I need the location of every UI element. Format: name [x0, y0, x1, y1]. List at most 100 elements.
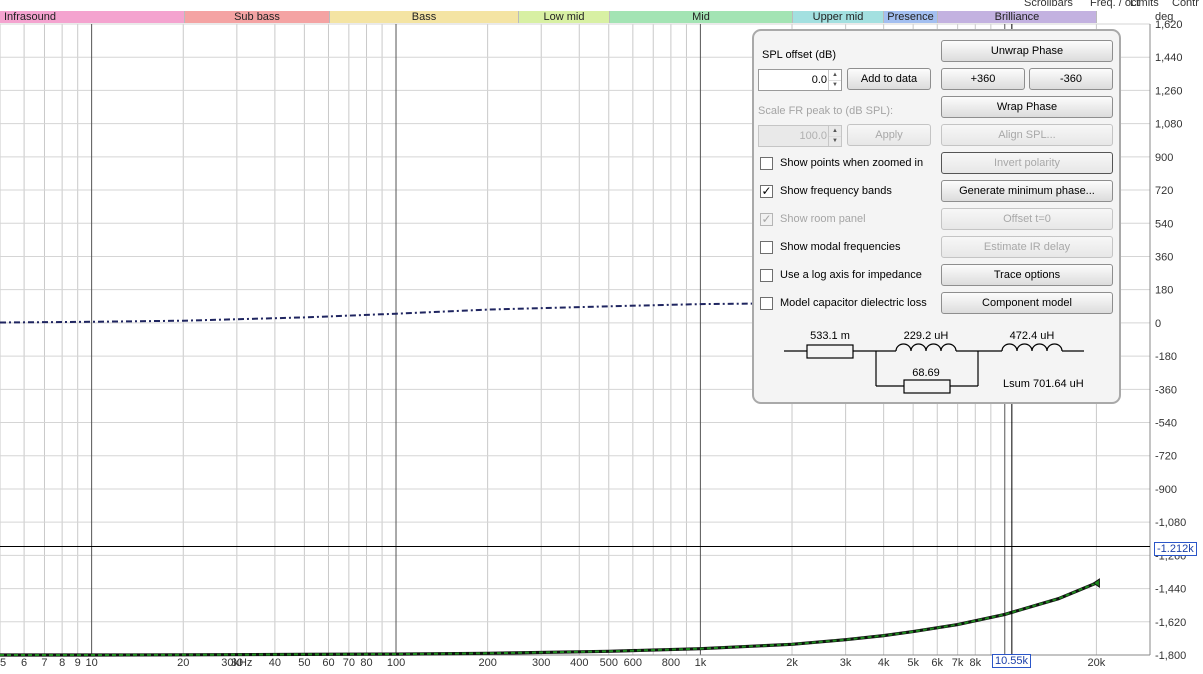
x-tick-label: 600 [624, 657, 642, 669]
scrollbars-label[interactable]: Scrollbars [1024, 0, 1073, 9]
x-tick-label: 30kHz [221, 657, 252, 669]
log-axis-impedance-label: Use a log axis for impedance [780, 269, 922, 281]
band-low-mid: Low mid [519, 11, 610, 23]
y-tick-label: 1,260 [1155, 85, 1183, 97]
estimate-ir-delay-button[interactable]: Estimate IR delay [941, 236, 1113, 258]
phase-trace-2 [0, 582, 1097, 656]
resistor-r1-icon [806, 344, 854, 359]
log-axis-impedance-checkbox[interactable] [760, 269, 773, 282]
y-tick-label: -360 [1155, 384, 1177, 396]
show-points-checkbox[interactable] [760, 157, 773, 170]
x-tick-label: 2k [786, 657, 798, 669]
y-tick-label: 1,440 [1155, 52, 1183, 64]
band-brilliance: Brilliance [938, 11, 1097, 23]
y-tick-label: -180 [1155, 351, 1177, 363]
scale-fr-peak-stepper[interactable]: ▲ ▼ [828, 126, 841, 146]
show-frequency-bands-label: Show frequency bands [780, 185, 892, 197]
y-tick-label: 720 [1155, 185, 1173, 197]
wrap-phase-button[interactable]: Wrap Phase [941, 96, 1113, 118]
inductor-l1-icon [895, 343, 957, 352]
spl-offset-input[interactable]: 0.0 ▲ ▼ [758, 69, 842, 91]
y-tick-label: -900 [1155, 484, 1177, 496]
x-tick-label: 80 [360, 657, 372, 669]
inductor-l2-icon [1001, 343, 1063, 352]
y-tick-label: 0 [1155, 318, 1161, 330]
limits-label[interactable]: Limits [1130, 0, 1159, 9]
spin-down-icon[interactable]: ▼ [829, 136, 841, 146]
y-tick-label: -1,440 [1155, 584, 1186, 596]
scale-fr-peak-label: Scale FR peak to (dB SPL): [758, 105, 894, 117]
capacitor-dielectric-loss-checkbox[interactable] [760, 297, 773, 310]
invert-polarity-button[interactable]: Invert polarity [941, 152, 1113, 174]
r2-value: 68.69 [912, 367, 940, 379]
x-tick-label: 6k [931, 657, 943, 669]
x-tick-label: 7 [41, 657, 47, 669]
trace-options-button[interactable]: Trace options [941, 264, 1113, 286]
spin-down-icon[interactable]: ▼ [829, 80, 841, 90]
minus-360-button[interactable]: -360 [1029, 68, 1113, 90]
x-tick-label: 60 [322, 657, 334, 669]
resistor-r2-icon [903, 379, 951, 394]
band-upper-mid: Upper mid [793, 11, 884, 23]
spl-offset-label: SPL offset (dB) [762, 49, 836, 61]
x-tick-label: 50 [298, 657, 310, 669]
x-tick-label: 500 [600, 657, 618, 669]
y-tick-label: 540 [1155, 218, 1173, 230]
x-tick-label: 9 [75, 657, 81, 669]
y-axis-ticks: 1,6201,4401,2601,0809007205403601800-180… [1155, 19, 1186, 662]
controls-label[interactable]: Contr [1172, 0, 1199, 9]
l1-value: 229.2 uH [904, 330, 949, 342]
capacitor-dielectric-loss-label: Model capacitor dielectric loss [780, 297, 927, 309]
x-cursor-readout: 10.55k [992, 654, 1032, 668]
x-tick-label: 8 [59, 657, 65, 669]
component-model-button[interactable]: Component model [941, 292, 1113, 314]
show-modal-frequencies-checkbox[interactable] [760, 241, 773, 254]
x-tick-label: 40 [269, 657, 281, 669]
x-tick-label: 10 [86, 657, 98, 669]
band-sub-bass: Sub bass [185, 11, 330, 23]
y-tick-label: 180 [1155, 285, 1173, 297]
x-tick-label: 3k [840, 657, 852, 669]
x-tick-label: 70 [343, 657, 355, 669]
plus-360-button[interactable]: +360 [941, 68, 1025, 90]
r1-value: 533.1 m [810, 330, 850, 342]
add-to-data-button[interactable]: Add to data [847, 68, 931, 90]
scale-fr-peak-input[interactable]: 100.0 ▲ ▼ [758, 125, 842, 147]
y-tick-label: 900 [1155, 152, 1173, 164]
y-cursor-readout: -1.212k [1154, 542, 1197, 556]
spl-offset-value[interactable]: 0.0 [812, 70, 827, 90]
show-room-panel-label: Show room panel [780, 213, 866, 225]
y-tick-label: 360 [1155, 251, 1173, 263]
y-tick-label: -720 [1155, 451, 1177, 463]
l2-value: 472.4 uH [1010, 330, 1055, 342]
x-tick-label: 400 [570, 657, 588, 669]
band-bass: Bass [330, 11, 519, 23]
apply-button[interactable]: Apply [847, 124, 931, 146]
x-tick-label: 8k [969, 657, 981, 669]
band-mid: Mid [610, 11, 793, 23]
equivalent-circuit-diagram: 533.1 m 229.2 uH 472.4 uH 68.69 Lsum 701… [784, 330, 1084, 394]
scale-fr-peak-value[interactable]: 100.0 [799, 126, 827, 146]
offset-t0-button[interactable]: Offset t=0 [941, 208, 1113, 230]
generate-minimum-phase-button[interactable]: Generate minimum phase... [941, 180, 1113, 202]
x-tick-label: 1k [695, 657, 707, 669]
y-tick-label: -1,620 [1155, 617, 1186, 629]
x-tick-label: 6 [21, 657, 27, 669]
band-infrasound: Infrasound [0, 11, 185, 23]
show-frequency-bands-checkbox[interactable]: ✓ [760, 185, 773, 198]
x-tick-label: 800 [662, 657, 680, 669]
align-spl-button[interactable]: Align SPL... [941, 124, 1113, 146]
x-tick-label: 20k [1088, 657, 1106, 669]
x-axis-ticks: 5 6 7 8 9 10 20 30 40 50 60 70 80 100 200 300 400 500 600 8… [0, 657, 1106, 669]
y-tick-label: -540 [1155, 418, 1177, 430]
lsum-value: Lsum 701.64 uH [1003, 378, 1084, 390]
y-axis-unit: deg [1155, 11, 1173, 23]
show-room-panel-checkbox[interactable]: ✓ [760, 213, 773, 226]
phase-trace-2-outline [0, 581, 1098, 657]
x-tick-label: 5 [0, 657, 6, 669]
y-tick-label: -1,080 [1155, 517, 1186, 529]
unwrap-phase-button[interactable]: Unwrap Phase [941, 40, 1113, 62]
show-points-label: Show points when zoomed in [780, 157, 924, 169]
spl-offset-stepper[interactable]: ▲ ▼ [828, 70, 841, 90]
x-tick-label: 20 [177, 657, 189, 669]
